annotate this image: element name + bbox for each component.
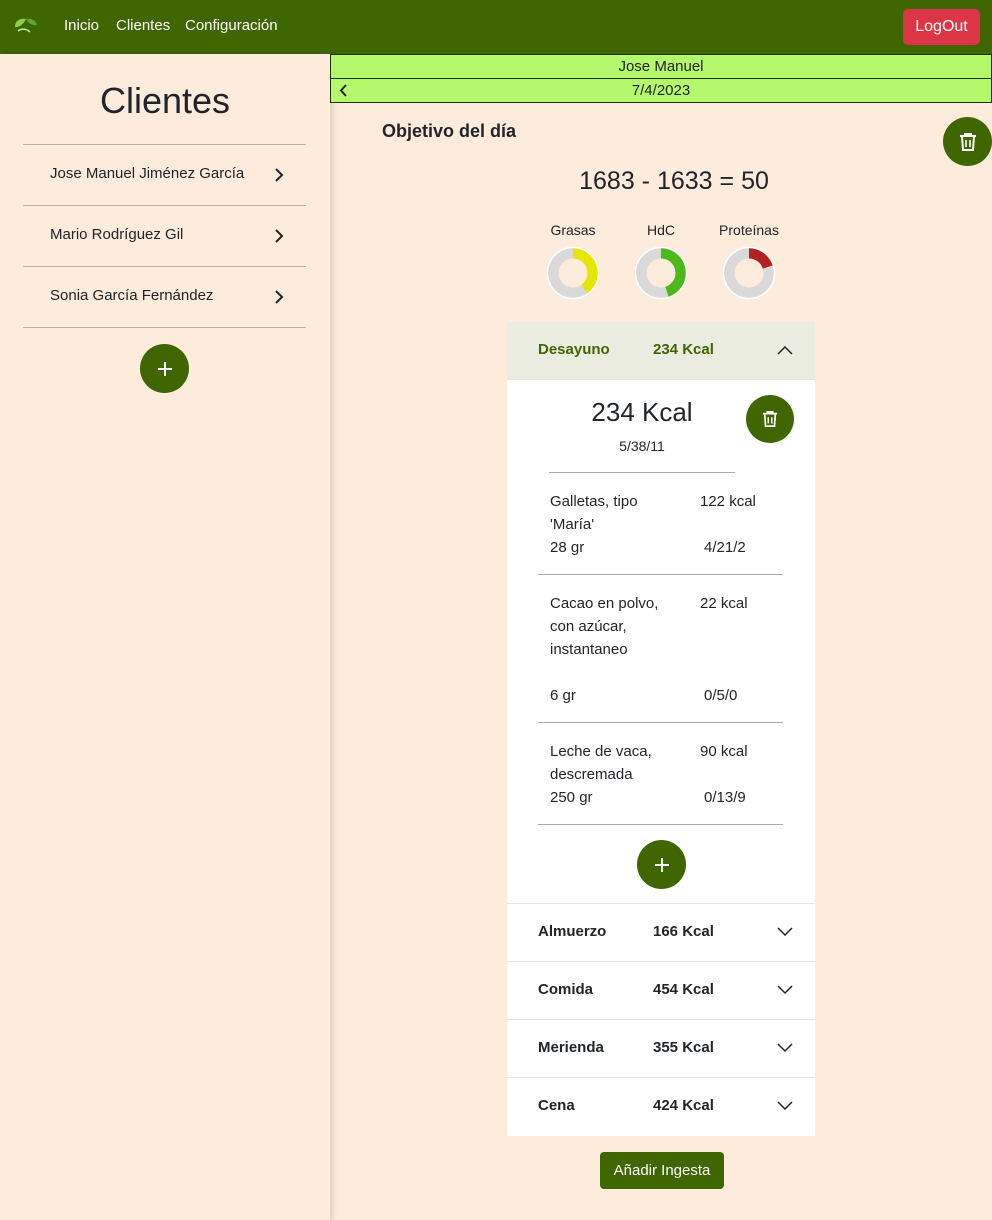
- donut-chart: [634, 246, 688, 300]
- meal-header-almuerzo[interactable]: Almuerzo 166 Kcal: [507, 904, 815, 962]
- divider: [549, 472, 735, 473]
- chevron-up-icon: [777, 345, 793, 355]
- food-name: Cacao en polvo, con azúcar, instantaneo: [550, 595, 659, 658]
- client-list: Jose Manuel Jiménez García Mario Rodrígu…: [23, 144, 306, 328]
- meals-accordion: Desayuno 234 Kcal 234 Kcal 5/38/11 Galle…: [507, 322, 815, 1136]
- plus-icon: [157, 361, 172, 376]
- macro-label: Proteínas: [719, 222, 779, 238]
- meal-name: Merienda: [538, 1039, 604, 1056]
- macro-label: HdC: [646, 222, 675, 238]
- macro-label: Grasas: [550, 222, 596, 238]
- chevron-down-icon: [777, 1043, 793, 1053]
- leaf-logo-icon[interactable]: [12, 15, 40, 35]
- nav-link-configuracion[interactable]: Configuración: [185, 17, 278, 34]
- meal-body-desayuno: 234 Kcal 5/38/11 Galletas, tipo 'María' …: [507, 380, 815, 904]
- nav-link-clientes[interactable]: Clientes: [116, 17, 170, 34]
- calorie-equation: 1683 - 1633 = 50: [579, 167, 769, 195]
- meal-header-comida[interactable]: Comida 454 Kcal: [507, 962, 815, 1020]
- macro-proteinas: Proteínas: [714, 222, 784, 300]
- meal-kcal: 166 Kcal: [653, 923, 714, 940]
- donut-chart: [546, 246, 600, 300]
- sidebar-title: Clientes: [99, 80, 231, 121]
- chevron-right-icon: [275, 229, 284, 243]
- macro-hdc: HdC: [626, 222, 696, 300]
- food-kcal: 22 kcal: [700, 595, 748, 612]
- add-food-button[interactable]: [637, 840, 686, 889]
- nav-link-inicio[interactable]: Inicio: [64, 17, 99, 34]
- meal-kcal: 424 Kcal: [653, 1097, 714, 1114]
- chevron-right-icon: [275, 168, 284, 182]
- add-client-button[interactable]: [140, 344, 189, 393]
- client-name: Jose Manuel Jiménez García: [50, 165, 245, 182]
- meal-kcal: 454 Kcal: [653, 981, 714, 998]
- client-name: Mario Rodríguez Gil: [50, 226, 184, 243]
- food-item[interactable]: Galletas, tipo 'María' 122 kcal 28 gr 4/…: [538, 490, 783, 575]
- food-macros: 0/13/9: [704, 789, 746, 806]
- date-bar: 7/4/2023: [330, 78, 992, 103]
- date-label: 7/4/2023: [631, 82, 691, 99]
- food-quantity: 6 gr: [550, 687, 576, 704]
- food-name: Galletas, tipo 'María': [550, 493, 638, 533]
- meal-header-cena[interactable]: Cena 424 Kcal: [507, 1078, 815, 1136]
- chevron-down-icon: [777, 985, 793, 995]
- chevron-down-icon: [777, 927, 793, 937]
- food-name: Leche de vaca, descremada: [550, 743, 652, 783]
- food-quantity: 28 gr: [550, 539, 585, 556]
- main-panel: Jose Manuel 7/4/2023 Objetivo del día 16…: [330, 54, 992, 1220]
- plus-icon: [654, 857, 669, 872]
- add-ingesta-button[interactable]: Añadir Ingesta: [600, 1152, 724, 1189]
- chevron-down-icon: [777, 1101, 793, 1111]
- food-macros: 4/21/2: [704, 539, 746, 556]
- client-item[interactable]: Sonia García Fernández: [23, 267, 306, 328]
- food-kcal: 90 kcal: [700, 743, 748, 760]
- logout-button[interactable]: LogOut: [903, 9, 980, 45]
- delete-day-button[interactable]: [943, 117, 992, 166]
- food-item[interactable]: Leche de vaca, descremada 90 kcal 250 gr…: [538, 740, 783, 825]
- clients-sidebar: Clientes Jose Manuel Jiménez García Mari…: [0, 54, 330, 1220]
- food-quantity: 250 gr: [550, 789, 593, 806]
- client-item[interactable]: Jose Manuel Jiménez García: [23, 145, 306, 206]
- objetivo-title: Objetivo del día: [382, 121, 517, 141]
- donut-chart: [722, 246, 776, 300]
- food-item[interactable]: Cacao en polvo, con azúcar, instantaneo …: [538, 592, 783, 723]
- client-item[interactable]: Mario Rodríguez Gil: [23, 206, 306, 267]
- delete-meal-button[interactable]: [746, 395, 794, 443]
- meal-header-merienda[interactable]: Merienda 355 Kcal: [507, 1020, 815, 1078]
- meal-name: Cena: [538, 1097, 575, 1114]
- meal-header-desayuno[interactable]: Desayuno 234 Kcal: [507, 322, 815, 380]
- food-macros: 0/5/0: [704, 687, 738, 704]
- meal-kcal: 234 Kcal: [653, 341, 714, 358]
- meal-name: Desayuno: [538, 341, 610, 358]
- chevron-right-icon: [275, 290, 284, 304]
- client-name: Sonia García Fernández: [50, 287, 214, 304]
- trash-icon: [762, 411, 778, 427]
- meal-kcal: 355 Kcal: [653, 1039, 714, 1056]
- trash-icon: [959, 132, 976, 151]
- client-name-bar: Jose Manuel: [330, 54, 992, 79]
- macro-grasas: Grasas: [538, 222, 608, 300]
- chevron-left-icon[interactable]: [339, 84, 349, 97]
- meal-name: Comida: [538, 981, 594, 998]
- meal-macros: 5/38/11: [619, 438, 665, 454]
- meal-name: Almuerzo: [538, 923, 607, 940]
- food-kcal: 122 kcal: [700, 493, 756, 510]
- navbar: Inicio Clientes Configuración LogOut: [0, 0, 992, 54]
- meal-total-kcal: 234 Kcal: [591, 397, 693, 427]
